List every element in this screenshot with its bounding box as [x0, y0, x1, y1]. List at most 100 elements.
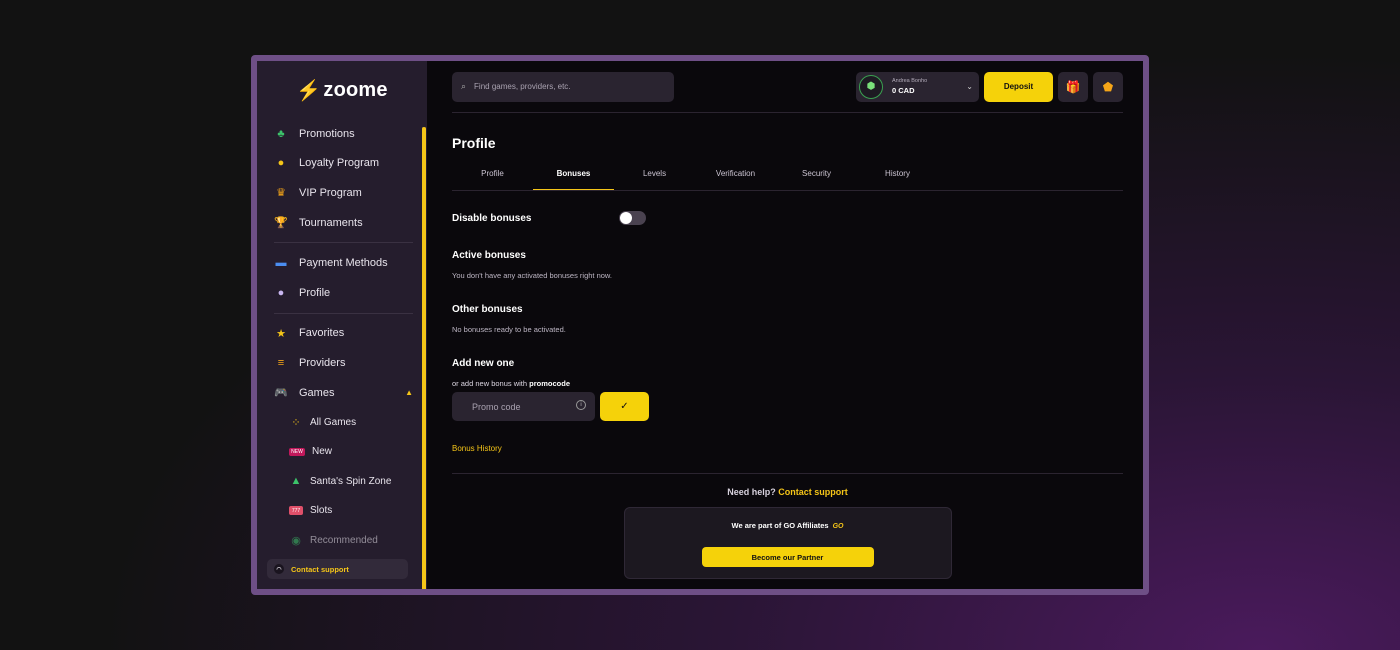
sidebar-item-tournaments[interactable]: 🏆 Tournaments: [274, 208, 413, 238]
sidebar: ⚡ zoome ♣ Promotions ● Loyalty Program ♛ VIP…: [257, 61, 427, 589]
partner-card: We are part of GO Affiliates GO Become ou…: [623, 507, 952, 579]
clover-icon: ♣: [277, 127, 285, 140]
sidebar-item-label: All Games: [310, 416, 357, 428]
promo-row: Promo code i ✓: [452, 392, 1123, 421]
tab-verification[interactable]: Verification: [695, 163, 776, 190]
sidebar-item-promotions[interactable]: ♣ Promotions: [274, 119, 413, 149]
sidebar-item-favorites[interactable]: ★ Favorites: [274, 319, 413, 349]
tab-levels[interactable]: Levels: [614, 163, 695, 190]
profile-tabs: Profile Bonuses Levels Verification Secu…: [452, 163, 1123, 191]
disable-bonuses-label: Disable bonuses: [452, 212, 532, 224]
headset-icon: ◠: [274, 564, 284, 574]
active-bonuses-text: You don't have any activated bonuses rig…: [452, 271, 613, 280]
bolt-icon: ⚡: [296, 79, 322, 102]
tab-bonuses[interactable]: Bonuses: [533, 163, 614, 190]
bonus-history-link[interactable]: Bonus History: [452, 444, 1123, 453]
grid-icon: ⁘: [291, 416, 301, 429]
active-bonuses-title: Active bonuses: [452, 250, 526, 261]
sidebar-item-label: Loyalty Program: [299, 157, 380, 170]
sidebar-item-profile[interactable]: ● Profile: [274, 278, 413, 308]
promo-hint: or add new bonus with promocode: [452, 379, 1123, 388]
sidebar-item-label: Slots: [310, 505, 333, 517]
divider: [274, 242, 413, 244]
deposit-button[interactable]: Deposit: [984, 71, 1053, 102]
help-text: Need help? Contact support: [452, 487, 1123, 497]
logo-text: zoome: [323, 78, 388, 101]
partner-title: We are part of GO Affiliates GO: [625, 521, 951, 530]
search-input[interactable]: ⌕ Find games, providers, etc.: [452, 71, 674, 102]
add-new-title: Add new one: [452, 358, 515, 369]
logo[interactable]: ⚡ zoome: [257, 61, 427, 119]
other-bonuses-text: No bonuses ready to be activated.: [452, 325, 566, 334]
sidebar-item-vip[interactable]: ♛ VIP Program: [274, 178, 413, 208]
add-bonus-section: Add new one or add new bonus with promoc…: [452, 358, 1123, 421]
sidebar-subitem-recommended[interactable]: ◉ Recommended: [274, 526, 413, 556]
new-badge-icon: NEW: [289, 447, 305, 456]
divider: [274, 312, 413, 314]
sidebar-subitem-all-games[interactable]: ⁘ All Games: [274, 407, 413, 437]
info-icon[interactable]: i: [576, 400, 586, 410]
tab-security[interactable]: Security: [776, 163, 857, 190]
gift-button[interactable]: 🎁: [1058, 71, 1088, 102]
sidebar-subitem-santas-spin-zone[interactable]: ▲ Santa's Spin Zone: [274, 467, 413, 497]
sidebar-item-label: VIP Program: [299, 186, 362, 199]
disable-bonuses-toggle[interactable]: [619, 211, 647, 225]
gold-coin-icon: ●: [277, 157, 285, 170]
sidebar-nav: ♣ Promotions ● Loyalty Program ♛ VIP Progra…: [257, 119, 427, 555]
go-affiliates-logo: GO: [832, 523, 844, 530]
account-balance: 0 CAD: [892, 86, 915, 95]
tab-history[interactable]: History: [857, 163, 938, 190]
user-icon: ●: [277, 286, 285, 299]
promo-placeholder: Promo code: [472, 401, 521, 412]
sidebar-item-label: Recommended: [310, 535, 378, 547]
gamepad-icon: 🎮: [274, 387, 288, 400]
crown-icon: ♛: [276, 187, 286, 200]
disable-bonuses-row: Disable bonuses: [452, 211, 1123, 225]
tab-profile[interactable]: Profile: [452, 163, 533, 190]
sidebar-subitem-slots[interactable]: 777 Slots: [274, 496, 413, 526]
chevron-down-icon: ⌄: [966, 81, 973, 91]
sidebar-scrollbar[interactable]: [422, 127, 426, 589]
search-icon: ⌕: [461, 81, 467, 91]
sidebar-item-label: New: [312, 446, 333, 458]
sidebar-subitem-new[interactable]: NEW New: [274, 437, 413, 467]
sidebar-item-payment[interactable]: ▬ Payment Methods: [274, 248, 413, 278]
sidebar-item-label: Providers: [299, 356, 346, 369]
sidebar-item-label: Payment Methods: [299, 257, 388, 270]
become-partner-button[interactable]: Become our Partner: [701, 547, 874, 567]
recommended-icon: ◉: [291, 535, 301, 548]
promo-submit-button[interactable]: ✓: [600, 392, 649, 421]
slot-machine-icon: 777: [289, 506, 303, 516]
shield-badge-icon: ⬟: [1102, 79, 1114, 94]
star-icon: ★: [276, 327, 286, 340]
credit-card-icon: ▬: [275, 257, 287, 270]
sidebar-item-label: Tournaments: [299, 216, 363, 229]
sidebar-contact-support-button[interactable]: ◠ Contact support: [267, 559, 408, 579]
promo-hint-text: or add new bonus with: [452, 379, 528, 388]
active-bonuses-section: Active bonuses You don't have any activa…: [452, 250, 1123, 282]
sidebar-item-label: Promotions: [299, 127, 355, 140]
page-title: Profile: [452, 135, 496, 151]
account-dropdown[interactable]: ⬢ Andrea Bonho 0 CAD ⌄: [856, 71, 979, 102]
sidebar-item-games[interactable]: 🎮 Games ▲: [274, 378, 413, 408]
sidebar-item-label: Games: [299, 386, 335, 399]
trophy-icon: 🏆: [274, 217, 288, 230]
sidebar-item-label: Profile: [299, 286, 331, 299]
account-name: Andrea Bonho: [892, 78, 928, 84]
app-window: ⚡ zoome ♣ Promotions ● Loyalty Program ♛ VIP…: [251, 55, 1149, 595]
chevron-up-icon[interactable]: ▲: [405, 388, 413, 397]
notifications-button[interactable]: ⬟: [1093, 71, 1123, 102]
search-placeholder: Find games, providers, etc.: [474, 82, 571, 91]
promo-code-input[interactable]: Promo code i: [452, 392, 595, 421]
sidebar-item-loyalty[interactable]: ● Loyalty Program: [274, 149, 413, 179]
help-label: Need help?: [727, 487, 776, 497]
contact-support-label: Contact support: [291, 564, 349, 574]
promo-hint-bold: promocode: [529, 379, 570, 388]
divider: [452, 473, 1123, 474]
sidebar-item-providers[interactable]: ≡ Providers: [274, 348, 413, 378]
contact-support-link[interactable]: Contact support: [778, 487, 848, 497]
christmas-tree-icon: ▲: [290, 475, 302, 488]
scrollbar-thumb[interactable]: [422, 127, 426, 589]
providers-icon: ≡: [277, 356, 285, 369]
other-bonuses-title: Other bonuses: [452, 304, 523, 315]
